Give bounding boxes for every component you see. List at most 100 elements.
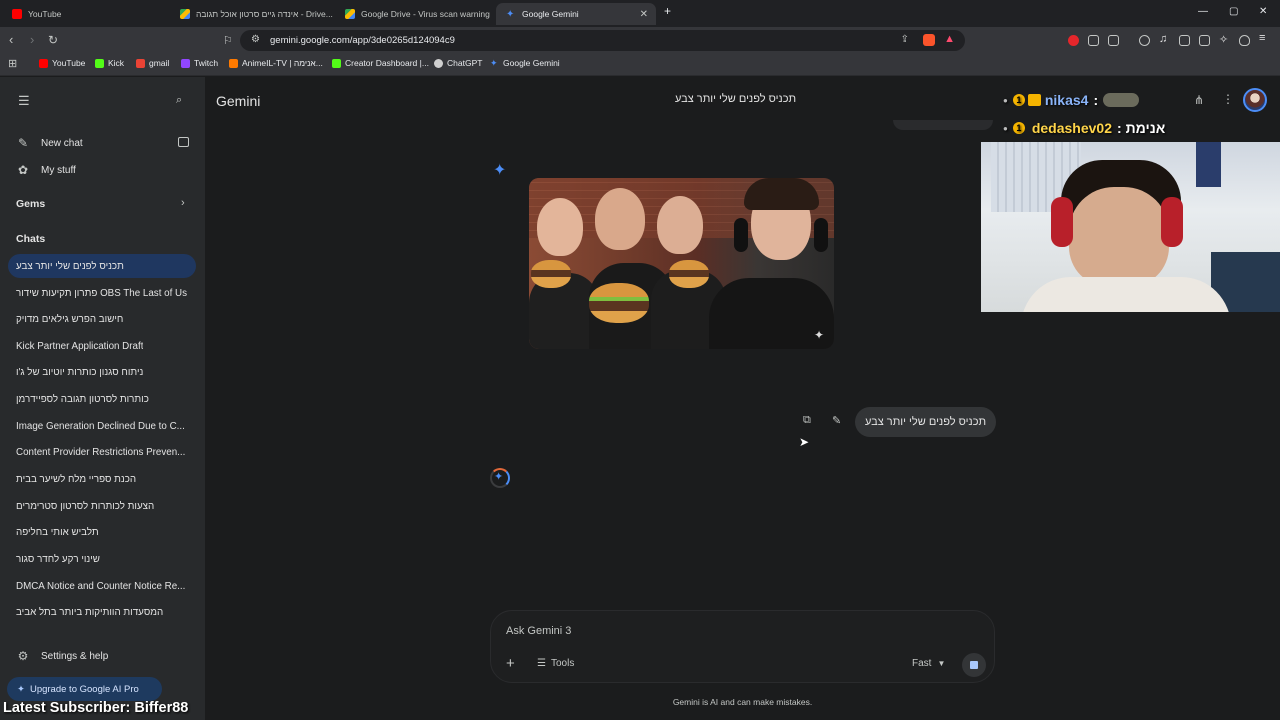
chat-item[interactable]: תלביש אותי בחליפה (8, 520, 196, 544)
browser-toolbar: ‹ › ↻ ⚐ ⚙ gemini.google.com/app/3de0265d… (0, 27, 1280, 54)
headphones (734, 218, 748, 252)
chat-item[interactable]: שינוי רקע לחדר סגור (8, 547, 196, 571)
chat-item[interactable]: OBS The Last of Us פתרון תקיעות שידור (8, 281, 196, 305)
chat-overlay-line-1: ● 1 nikas4 : (1003, 92, 1140, 108)
chevron-right-icon[interactable]: › (181, 197, 185, 209)
chat-item[interactable]: Image Generation Declined Due to C... (8, 414, 196, 438)
chat-item[interactable]: DMCA Notice and Counter Notice Re... (8, 574, 196, 598)
forward-icon[interactable]: › (30, 32, 34, 47)
music-icon[interactable]: ♫ (1159, 33, 1170, 45)
gemini-sparkle-icon: ✦ (493, 162, 507, 179)
reload-icon[interactable]: ↻ (48, 33, 58, 47)
bookmark-label: AnimeIL-TV | אנימה... (242, 58, 323, 68)
menu-icon[interactable]: ≡ (1259, 32, 1270, 44)
search-icon[interactable]: ⌕ (176, 94, 182, 107)
chat-item[interactable]: תכניס לפנים שלי יותר צבע (8, 254, 196, 278)
hair (744, 178, 819, 210)
mode-selector[interactable]: Fast ▼ (912, 658, 945, 669)
sidebar-toggle-icon[interactable] (1179, 35, 1190, 46)
maximize-button[interactable]: ▢ (1229, 6, 1238, 17)
chat-item[interactable]: ניתוח סגנון כותרות יוטיוב של ג'ו (8, 360, 196, 384)
chat-item[interactable]: חישוב הפרש גילאים מדויק (8, 307, 196, 331)
bookmarks-bar: ⊞ YouTube Kick gmail Twitch AnimeIL-TV |… (0, 54, 1280, 76)
burger (589, 283, 649, 323)
gems-header[interactable]: Gems (16, 198, 45, 210)
tools-button[interactable]: ☰ Tools (537, 658, 574, 669)
gemini-sidebar: ☰ ⌕ ✎ New chat ✿ My stuff Gems › Chats ת… (0, 77, 205, 720)
chat-item[interactable]: Kick Partner Application Draft (8, 334, 196, 358)
tab-drive-virus-scan[interactable]: Google Drive - Virus scan warning (335, 3, 495, 25)
burger (531, 260, 571, 288)
chat-item-label: המסעדות הוותיקות ביותר בתל אביב (16, 606, 164, 618)
mouse-cursor-icon: ➤ (799, 435, 810, 449)
chat-item[interactable]: הצעות לכותרות לסרטון סטרימרים (8, 494, 196, 518)
add-icon[interactable]: + (506, 655, 515, 672)
minimize-button[interactable]: — (1198, 6, 1208, 17)
wallet-icon[interactable] (1199, 35, 1210, 46)
bookmark-twitch[interactable]: Twitch (181, 58, 218, 68)
chat-item[interactable]: המסעדות הוותיקות ביותר בתל אביב (8, 600, 196, 624)
new-tab-button[interactable]: + (664, 4, 671, 18)
extensions-icon[interactable] (1088, 35, 1099, 46)
tools-label: Tools (550, 658, 575, 669)
avatar[interactable] (1243, 88, 1267, 112)
tab-gemini[interactable]: ✦ Google Gemini ✕ (496, 3, 656, 25)
user-message-bubble: תכניס לפנים שלי יותר צבע (855, 407, 997, 437)
headphones (1161, 197, 1183, 247)
chat-item[interactable]: Content Provider Restrictions Preven... (8, 440, 196, 464)
temporary-chat-icon[interactable] (178, 137, 189, 147)
tab-youtube[interactable]: YouTube (2, 3, 170, 25)
bookmark-gemini[interactable]: ✦ Google Gemini (490, 58, 560, 68)
streamer-face (1069, 187, 1169, 287)
upgrade-button[interactable]: ✦ Upgrade to Google AI Pro (7, 677, 162, 701)
prompt-box: Ask Gemini 3 + ☰ Tools Fast ▼ (490, 610, 995, 683)
more-options-icon[interactable]: ⋮ (1222, 92, 1234, 106)
site-info-icon[interactable]: ⚙ (251, 34, 260, 45)
brave-shield-icon[interactable] (923, 34, 935, 46)
bookmark-gmail[interactable]: gmail (136, 58, 169, 68)
tab-drive-video[interactable]: אינדה גיים סרטון אוכל תגובה - Drive... (170, 3, 335, 25)
share-icon[interactable]: ⇪ (901, 34, 909, 45)
my-stuff-label: My stuff (41, 164, 76, 176)
apps-grid-icon[interactable]: ⊞ (8, 57, 17, 70)
chat-item-label: OBS The Last of Us פתרון תקיעות שידור (16, 287, 188, 299)
stop-icon (970, 661, 978, 669)
mode-label: Fast (912, 658, 932, 669)
tab-title: Google Gemini (522, 9, 579, 19)
edit-icon[interactable]: ✎ (832, 414, 841, 427)
bookmark-icon[interactable]: ⚐ (223, 34, 233, 47)
copy-icon[interactable]: ⧉ (803, 414, 811, 427)
gemini-brand[interactable]: Gemini (216, 93, 260, 109)
chat-item[interactable]: כותרות לסרטון תגובה לספיידרמן (8, 387, 196, 411)
bookmark-creator-dashboard[interactable]: Creator Dashboard |... (332, 58, 429, 68)
new-chat-button[interactable]: ✎ New chat (16, 136, 83, 150)
tab-search-icon[interactable] (1108, 35, 1119, 46)
hamburger-menu-icon[interactable]: ☰ (18, 93, 30, 109)
record-extension-icon[interactable] (1068, 35, 1079, 46)
close-window-button[interactable]: ✕ (1259, 6, 1267, 17)
close-tab-icon[interactable]: ✕ (640, 9, 648, 20)
settings-help-button[interactable]: ⚙ Settings & help (16, 649, 109, 663)
prompt-input[interactable]: Ask Gemini 3 (506, 625, 571, 637)
bookmark-youtube[interactable]: YouTube (39, 58, 85, 68)
chat-item-label: Image Generation Declined Due to C... (16, 420, 185, 432)
bookmark-kick[interactable]: Kick (95, 58, 124, 68)
download-icon[interactable] (1139, 35, 1150, 46)
address-bar[interactable]: ⚙ gemini.google.com/app/3de0265d124094c9… (240, 30, 965, 51)
browser-tab-bar: YouTube אינדה גיים סרטון אוכל תגובה - Dr… (0, 0, 1280, 27)
vpn-shield-icon[interactable] (1239, 35, 1250, 46)
upgrade-label: Upgrade to Google AI Pro (29, 683, 139, 695)
latest-subscriber-overlay: Latest Subscriber: Biffer88 (3, 700, 189, 716)
brave-rewards-icon[interactable]: ▲ (944, 33, 955, 45)
generated-image[interactable]: ✦ (529, 178, 834, 349)
my-stuff-button[interactable]: ✿ My stuff (16, 163, 76, 177)
chat-item[interactable]: הכנת ספריי מלח לשיער בבית (8, 467, 196, 491)
bookmark-animeil[interactable]: AnimeIL-TV | אנימה... (229, 58, 323, 68)
settings-label: Settings & help (41, 650, 109, 662)
chatgpt-icon (434, 58, 443, 68)
back-icon[interactable]: ‹ (9, 32, 13, 47)
share-icon[interactable]: ⋔ (1194, 93, 1204, 107)
bookmark-chatgpt[interactable]: ChatGPT (434, 58, 482, 68)
stop-button[interactable] (962, 653, 986, 677)
leo-ai-icon[interactable]: ✧ (1219, 33, 1230, 46)
